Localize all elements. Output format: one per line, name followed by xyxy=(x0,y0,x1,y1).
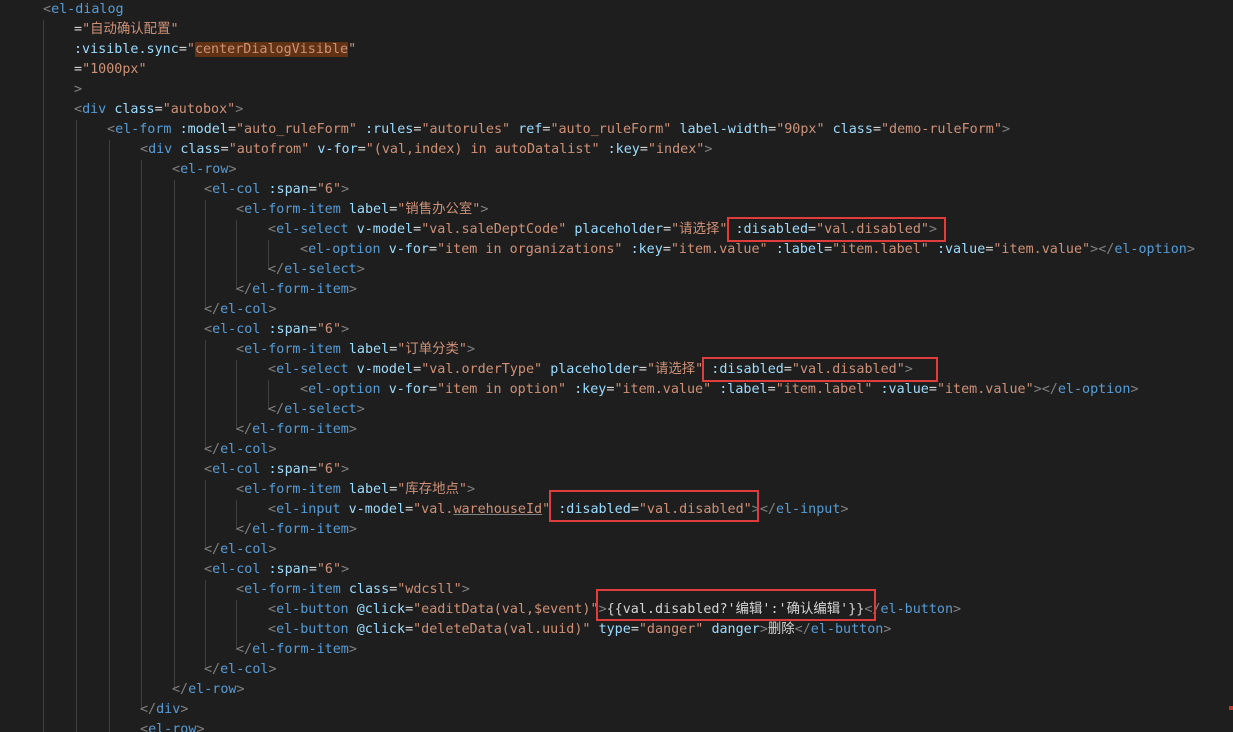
code-editor[interactable]: <el-dialog ="自动确认配置":visible.sync="center… xyxy=(0,0,1233,732)
code-line[interactable]: </el-form-item> xyxy=(236,640,357,660)
code-line[interactable]: <div class="autofrom" v-for="(val,index)… xyxy=(140,140,712,160)
code-line[interactable]: </el-form-item> xyxy=(236,520,357,540)
code-line[interactable]: ="自动确认配置" xyxy=(74,20,179,40)
code-line[interactable]: <el-row> xyxy=(140,720,205,732)
code-line[interactable]: </el-select> xyxy=(268,260,365,280)
code-line[interactable]: <el-form-item label="订单分类"> xyxy=(236,340,475,360)
code-line[interactable]: <el-option v-for="item in option" :key="… xyxy=(300,380,1139,400)
code-line[interactable]: </el-col> xyxy=(204,440,277,460)
scrollbar-marker xyxy=(1229,706,1233,710)
indent-guide xyxy=(109,140,110,732)
code-line[interactable]: > xyxy=(74,80,82,100)
indent-guide xyxy=(205,340,206,450)
indent-guide xyxy=(205,580,206,670)
code-line[interactable]: <el-row> xyxy=(172,160,237,180)
indent-guide xyxy=(141,160,142,710)
code-line[interactable]: <el-form-item label="销售办公室"> xyxy=(236,200,488,220)
code-line[interactable]: </el-select> xyxy=(268,400,365,420)
indent-guide xyxy=(205,200,206,310)
indent-guide xyxy=(174,180,175,690)
code-line[interactable]: <el-option v-for="item in organizations"… xyxy=(300,240,1195,260)
code-line[interactable]: <el-col :span="6"> xyxy=(204,560,349,580)
code-line[interactable]: <el-col :span="6"> xyxy=(204,180,349,200)
indent-guide xyxy=(76,120,77,732)
code-line[interactable]: <el-form-item label="库存地点"> xyxy=(236,480,475,500)
code-line[interactable]: <el-col :span="6"> xyxy=(204,460,349,480)
highlight-box-button-text xyxy=(596,589,876,621)
code-line[interactable]: </div> xyxy=(140,700,188,720)
code-line[interactable]: </el-col> xyxy=(204,300,277,320)
code-line[interactable]: </el-form-item> xyxy=(236,420,357,440)
code-line[interactable]: <el-button @click="deleteData(val.uuid)"… xyxy=(268,620,891,640)
code-line[interactable]: <div class="autobox"> xyxy=(74,100,243,120)
code-line[interactable]: <el-dialog xyxy=(43,0,124,20)
code-line[interactable]: ="1000px" xyxy=(74,60,147,80)
code-line[interactable]: <el-form-item class="wdcsll"> xyxy=(236,580,470,600)
code-line[interactable]: </el-row> xyxy=(172,680,245,700)
highlight-box-warehouse-disabled xyxy=(549,490,759,522)
code-line[interactable]: </el-form-item> xyxy=(236,280,357,300)
indent-guide xyxy=(43,20,44,732)
highlight-box-saledept-disabled xyxy=(727,217,946,242)
code-line[interactable]: :visible.sync="centerDialogVisible" xyxy=(74,40,356,60)
code-line[interactable]: <el-col :span="6"> xyxy=(204,320,349,340)
code-line[interactable]: </el-col> xyxy=(204,660,277,680)
code-line[interactable]: <el-form :model="auto_ruleForm" :rules="… xyxy=(107,120,1010,140)
highlight-box-ordertype-disabled xyxy=(702,357,938,382)
code-line[interactable]: </el-col> xyxy=(204,540,277,560)
